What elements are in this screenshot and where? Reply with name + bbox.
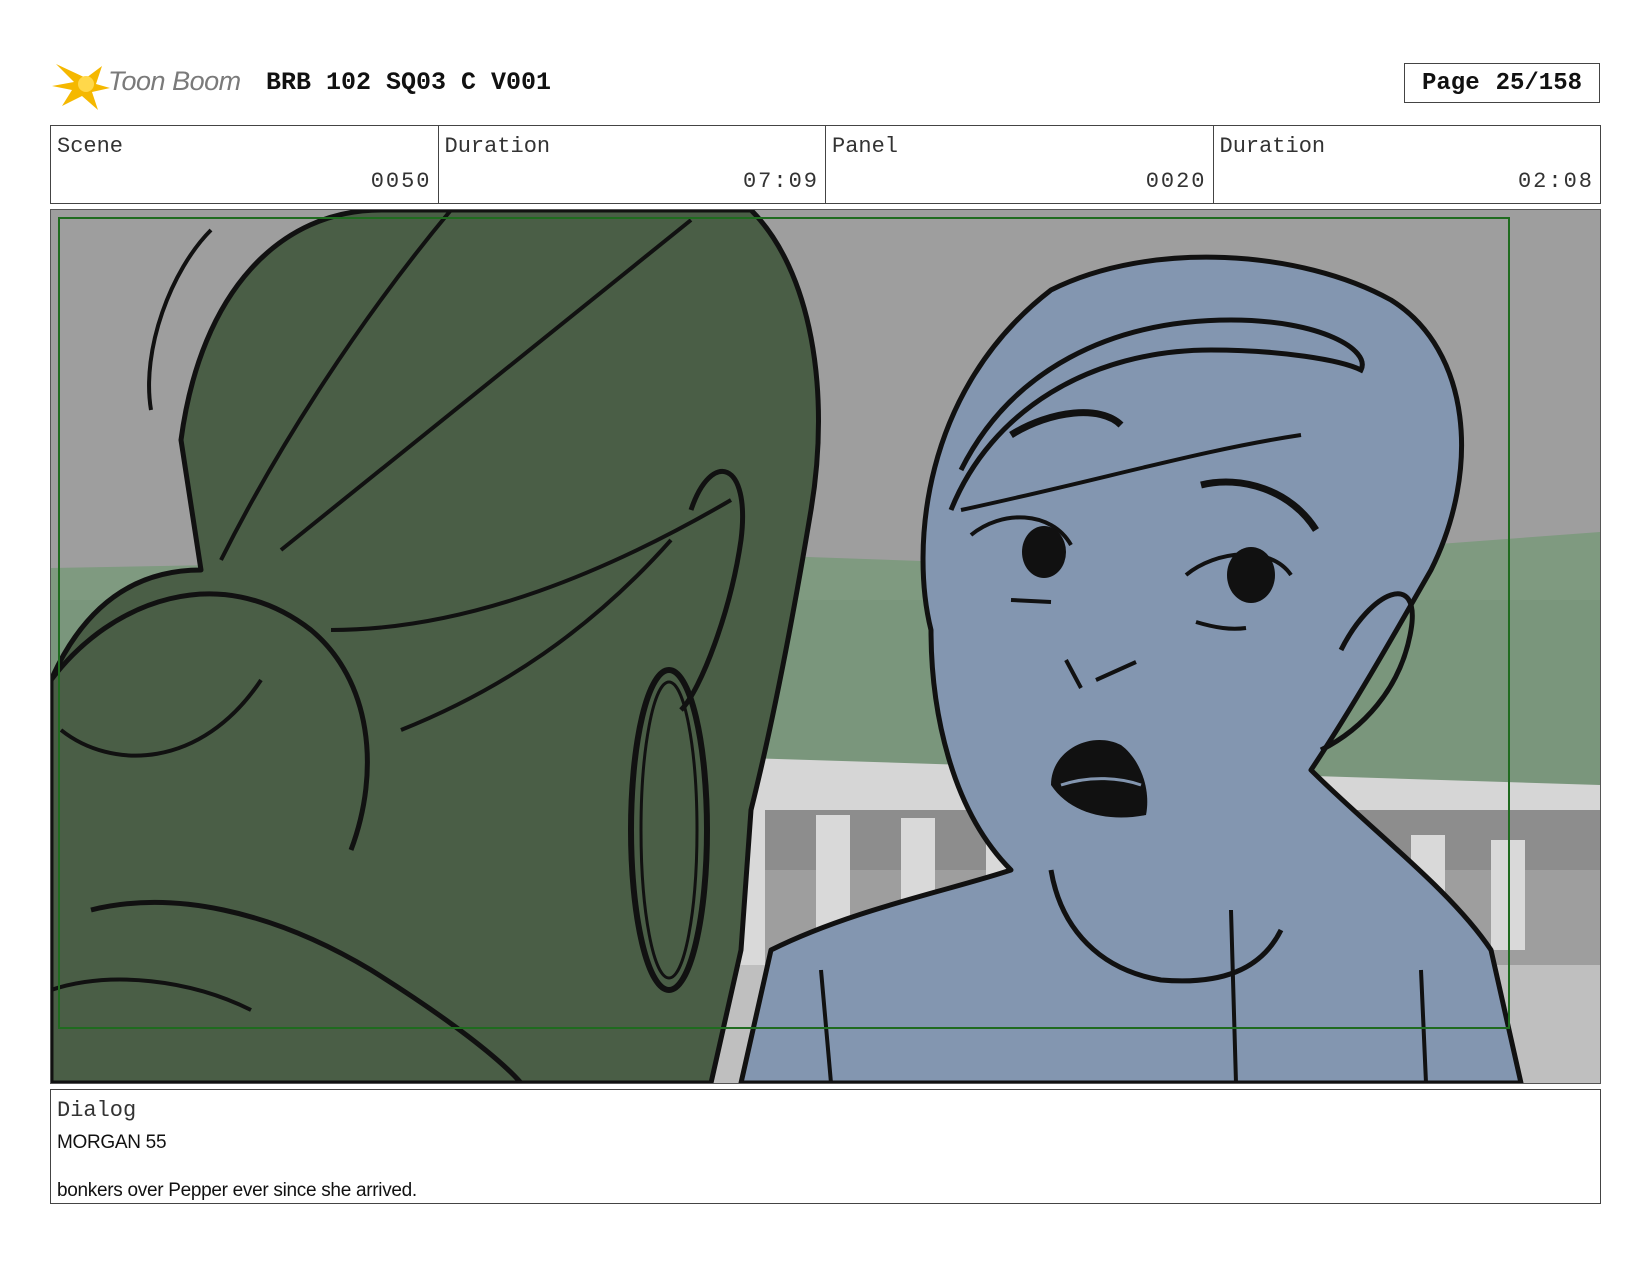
scene-value: 0050 bbox=[370, 169, 432, 194]
panel-duration-cell: Duration 02:08 bbox=[1214, 126, 1601, 203]
panel-artwork bbox=[51, 210, 1600, 1083]
page-indicator: Page 25/158 bbox=[1404, 63, 1600, 103]
dialog-line: bonkers over Pepper ever since she arriv… bbox=[57, 1180, 417, 1201]
scene-label: Scene bbox=[57, 134, 124, 159]
panel-duration-label: Duration bbox=[1219, 134, 1326, 159]
document-title: BRB 102 SQ03 C V001 bbox=[266, 68, 552, 97]
panel-value: 0020 bbox=[1145, 169, 1207, 194]
scene-info-table: Scene 0050 Duration 07:09 Panel 0020 Dur… bbox=[50, 125, 1601, 204]
scene-duration-value: 07:09 bbox=[742, 169, 819, 194]
page-number: 25/158 bbox=[1495, 69, 1583, 97]
dialog-box: Dialog MORGAN 55 bonkers over Pepper eve… bbox=[50, 1089, 1601, 1204]
scene-duration-label: Duration bbox=[444, 134, 551, 159]
panel-label: Panel bbox=[832, 134, 899, 159]
scene-cell: Scene 0050 bbox=[51, 126, 439, 203]
scene-duration-cell: Duration 07:09 bbox=[439, 126, 826, 203]
dialog-label: Dialog bbox=[57, 1098, 137, 1123]
storyboard-panel bbox=[50, 209, 1601, 1084]
panel-cell: Panel 0020 bbox=[826, 126, 1214, 203]
page-label: Page bbox=[1421, 69, 1480, 97]
dialog-speaker: MORGAN 55 bbox=[57, 1132, 167, 1153]
panel-duration-value: 02:08 bbox=[1517, 169, 1594, 194]
logo-text: Toon Boom bbox=[108, 66, 241, 96]
